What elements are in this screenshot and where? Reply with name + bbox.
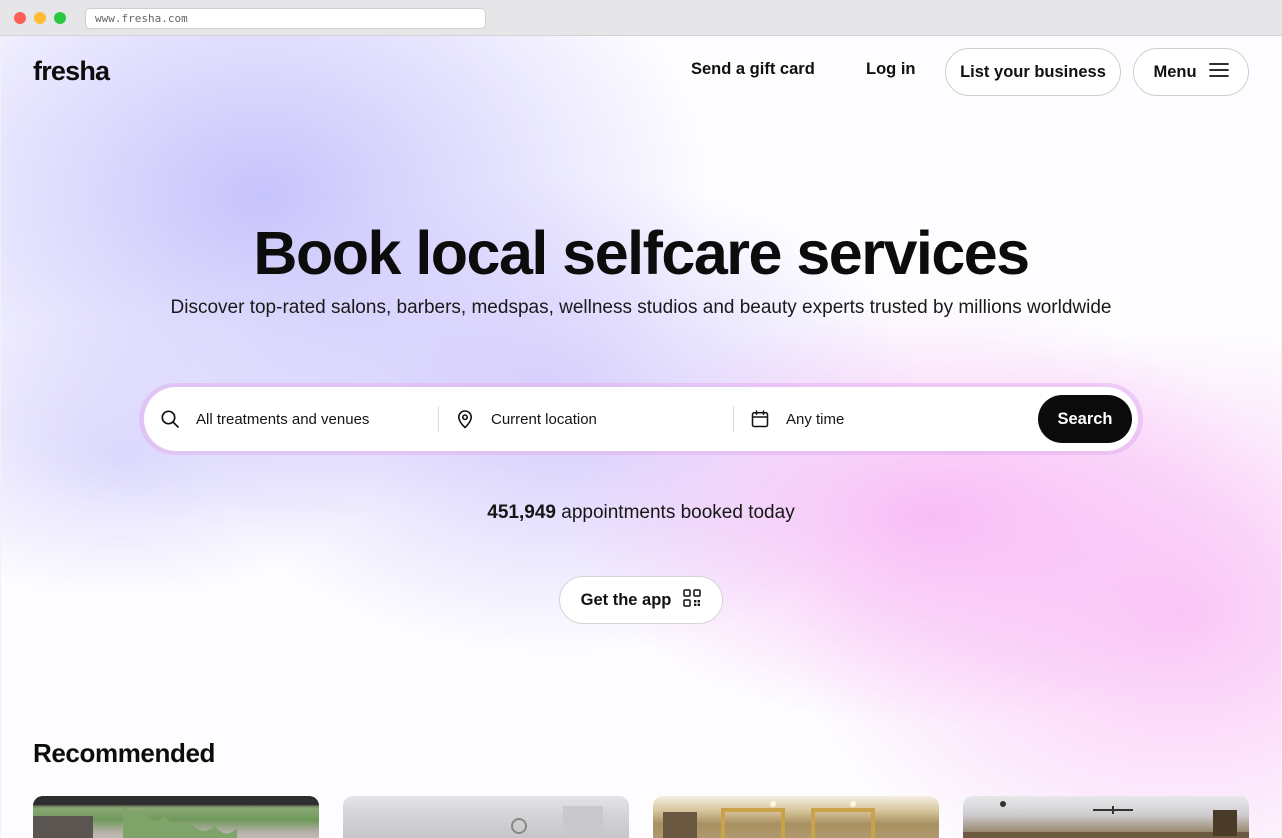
page: fresha Send a gift card Log in List your… — [1, 36, 1281, 838]
appointments-label: appointments booked today — [555, 502, 795, 523]
recommended-venue-card[interactable] — [653, 796, 939, 838]
get-the-app-label: Get the app — [580, 590, 672, 609]
appointments-stat: 451,949 appointments booked today — [1, 502, 1281, 524]
venue-photo — [511, 806, 603, 838]
recommended-venue-card[interactable] — [33, 796, 319, 838]
venue-photo — [663, 801, 875, 838]
location-placeholder: Current location — [491, 410, 597, 428]
venue-photo — [963, 801, 1249, 838]
minimize-window-button[interactable] — [34, 12, 46, 24]
appointments-count: 451,949 — [487, 502, 556, 523]
fresha-logo[interactable]: fresha — [33, 56, 110, 87]
menu-button[interactable]: Menu — [1133, 48, 1249, 96]
hero-title: Book local selfcare services — [253, 219, 1030, 287]
location-pin-icon — [455, 409, 475, 429]
hero-subtitle: Discover top-rated salons, barbers, meds… — [170, 297, 1112, 318]
qr-code-icon — [683, 588, 702, 612]
menu-icon — [1208, 62, 1229, 83]
location-field[interactable]: Current location — [439, 387, 733, 451]
close-window-button[interactable] — [14, 12, 26, 24]
maximize-window-button[interactable] — [54, 12, 66, 24]
calendar-icon — [750, 409, 770, 429]
address-bar[interactable]: www.fresha.com — [85, 8, 486, 29]
menu-label: Menu — [1153, 62, 1197, 81]
treatments-placeholder: All treatments and venues — [196, 410, 370, 428]
log-in-link[interactable]: Log in — [866, 60, 915, 79]
list-your-business-button[interactable]: List your business — [945, 48, 1121, 96]
search-icon — [160, 409, 180, 429]
recommended-heading: Recommended — [33, 738, 215, 768]
browser-chrome: www.fresha.com — [0, 0, 1282, 36]
treatments-field[interactable]: All treatments and venues — [144, 387, 438, 451]
recommended-venue-card[interactable] — [343, 796, 629, 838]
list-your-business-label: List your business — [960, 62, 1106, 81]
time-placeholder: Any time — [786, 410, 845, 428]
time-field[interactable]: Any time — [734, 387, 1034, 451]
get-the-app-button[interactable]: Get the app — [559, 576, 723, 624]
search-bar: All treatments and venues Current locati… — [144, 387, 1138, 451]
venue-photo — [33, 796, 319, 838]
search-button[interactable]: Search — [1038, 395, 1132, 443]
send-gift-card-link[interactable]: Send a gift card — [691, 60, 815, 79]
recommended-venue-card[interactable] — [963, 796, 1249, 838]
